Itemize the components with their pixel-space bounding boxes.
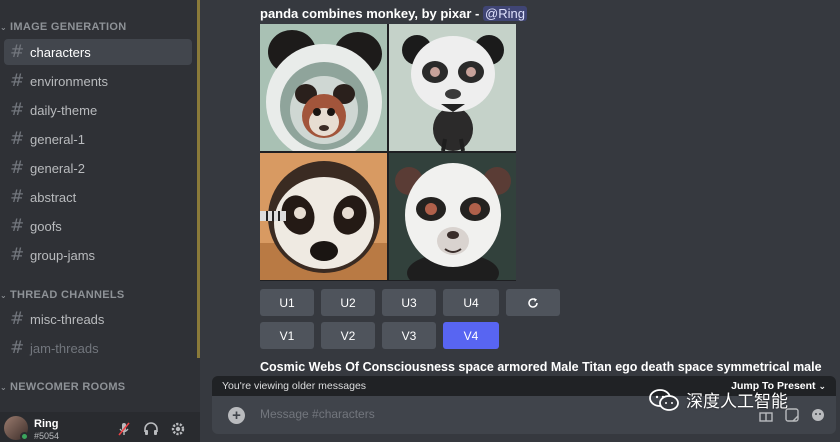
image-tile-2[interactable] [389, 24, 516, 151]
emoji-icon[interactable] [810, 407, 826, 423]
user-mention[interactable]: @Ring [483, 6, 527, 21]
channel-label: general-1 [30, 131, 85, 147]
image-tile-4[interactable] [389, 153, 516, 280]
image-tile-3[interactable] [260, 153, 387, 280]
hash-icon: # [10, 129, 25, 149]
channel-label: general-2 [30, 160, 85, 176]
generated-image-grid[interactable] [260, 24, 516, 281]
headphones-icon[interactable] [143, 421, 159, 437]
reroll-button[interactable] [506, 289, 560, 316]
channel-abstract[interactable]: # abstract [4, 184, 192, 210]
channel-general-2[interactable]: # general-2 [4, 155, 192, 181]
chevron-down-icon: ⌄ [0, 382, 8, 392]
channel-label: group-jams [30, 247, 96, 263]
channel-characters[interactable]: # characters [4, 39, 192, 65]
panda-monkey-image [260, 24, 387, 151]
channel-environments[interactable]: # environments [4, 68, 192, 94]
message-input[interactable]: Message #characters [260, 407, 375, 421]
upscale-button-2[interactable]: U2 [321, 289, 375, 316]
chevron-down-icon: ⌄ [0, 22, 8, 32]
category-label: NEWCOMER ROOMS [10, 381, 126, 393]
category-label: IMAGE GENERATION [10, 21, 127, 33]
prompt-text: panda combines monkey, by pixar - [260, 6, 483, 21]
refresh-icon [528, 297, 538, 308]
hash-icon: # [10, 187, 25, 207]
chat-area: panda combines monkey, by pixar - @Ring [200, 0, 840, 442]
microphone-muted-icon[interactable] [116, 421, 132, 437]
hash-icon: # [10, 338, 25, 358]
variation-button-2[interactable]: V2 [321, 322, 375, 349]
hash-icon: # [10, 158, 25, 178]
channel-daily-theme[interactable]: # daily-theme [4, 97, 192, 123]
channel-label: characters [30, 44, 91, 60]
channel-sidebar: ⌄ IMAGE GENERATION # characters # enviro… [0, 0, 200, 442]
watermark-text: 深度人工智能 [686, 392, 788, 412]
user-tag: #5054 [34, 431, 60, 441]
upscale-button-4[interactable]: U4 [443, 289, 499, 316]
message-prompt: panda combines monkey, by pixar - @Ring [260, 6, 527, 21]
variation-button-4[interactable]: V4 [443, 322, 499, 349]
image-tile-1[interactable] [260, 24, 387, 151]
hash-icon: # [10, 245, 25, 265]
wechat-icon [649, 388, 679, 411]
hash-icon: # [10, 216, 25, 236]
online-status-icon [20, 432, 29, 441]
chevron-down-icon: ⌄ [818, 381, 826, 391]
category-image-generation[interactable]: ⌄ IMAGE GENERATION [0, 21, 126, 33]
channel-group-jams[interactable]: # group-jams [4, 242, 192, 268]
channel-jam-threads[interactable]: # jam-threads [4, 335, 192, 361]
hash-icon: # [10, 309, 25, 329]
variation-button-1[interactable]: V1 [260, 322, 314, 349]
gear-icon[interactable] [170, 421, 186, 437]
username: Ring [34, 418, 59, 430]
channel-misc-threads[interactable]: # misc-threads [4, 306, 192, 332]
channel-label: environments [30, 73, 109, 89]
variation-button-3[interactable]: V3 [382, 322, 436, 349]
watermark: 深度人工智能 [648, 387, 788, 412]
chevron-down-icon: ⌄ [0, 290, 8, 300]
category-thread-channels[interactable]: ⌄ THREAD CHANNELS [0, 289, 125, 301]
panda-monkey-image [260, 153, 387, 280]
channel-goofs[interactable]: # goofs [4, 213, 192, 239]
category-newcomer-rooms[interactable]: ⌄ NEWCOMER ROOMS [0, 381, 125, 393]
next-message-prompt: Cosmic Webs Of Consciousness space armor… [260, 360, 822, 374]
upscale-button-1[interactable]: U1 [260, 289, 314, 316]
channel-label: abstract [30, 189, 77, 205]
hash-icon: # [10, 71, 25, 91]
older-messages-text: You're viewing older messages [222, 380, 367, 392]
upload-plus-icon[interactable]: + [228, 407, 245, 424]
hash-icon: # [10, 100, 25, 120]
channel-label: misc-threads [30, 311, 105, 327]
hash-icon: # [10, 42, 25, 62]
channel-label: goofs [30, 218, 62, 234]
category-label: THREAD CHANNELS [10, 289, 125, 301]
channel-label: daily-theme [30, 102, 98, 118]
channel-label: jam-threads [30, 340, 99, 356]
channel-general-1[interactable]: # general-1 [4, 126, 192, 152]
upscale-button-3[interactable]: U3 [382, 289, 436, 316]
panda-monkey-image [389, 153, 516, 280]
panda-monkey-image [389, 24, 516, 151]
user-panel: Ring #5054 [0, 412, 200, 442]
